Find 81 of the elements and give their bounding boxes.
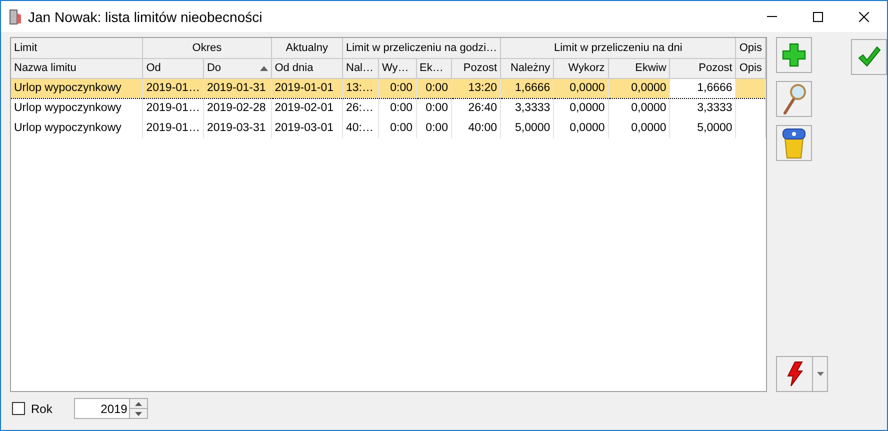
door-icon xyxy=(9,8,23,24)
table-cell: 1,6666 xyxy=(670,78,736,98)
window-title: Jan Nowak: lista limitów nieobecności xyxy=(28,8,264,24)
table-cell: 0,0000 xyxy=(554,118,608,138)
column-header[interactable]: Ek… xyxy=(416,58,452,78)
column-header[interactable]: Należny xyxy=(500,58,554,78)
trash-bin-icon xyxy=(781,126,807,160)
table-cell: 13:20 xyxy=(451,78,501,98)
table-cell: 2019-01-31 xyxy=(203,78,272,98)
table-cell: 0,0000 xyxy=(554,98,608,118)
delete-button[interactable] xyxy=(776,125,812,161)
table-row[interactable]: Urlop wypoczynkowy 2019-01… 2019-02-28 2019-02-01 26:… 0:00 0:00 26:40 3,3333 0,0000 0,0000 3,3333 xyxy=(11,98,766,118)
lightning-icon xyxy=(786,361,803,387)
table-cell: 0:00 xyxy=(378,98,416,118)
column-header[interactable]: Nazwa limitu xyxy=(11,58,143,78)
table-cell: 2019-02-01 xyxy=(271,98,342,118)
table-cell: 3,3333 xyxy=(500,98,554,118)
table-cell: 26:40 xyxy=(451,98,501,118)
column-header[interactable]: Pozost xyxy=(670,58,736,78)
down-arrow-icon xyxy=(135,412,142,416)
table-cell: 0:00 xyxy=(378,118,416,138)
column-group-header: Opis xyxy=(736,38,766,58)
table-cell: 2019-03-01 xyxy=(271,118,342,138)
table-row[interactable]: Urlop wypoczynkowy 2019-01… 2019-03-31 2019-03-01 40:… 0:00 0:00 40:00 5,0000 0,0000 0,0000 5,0000 xyxy=(11,118,766,138)
table-row[interactable]: Urlop wypoczynkowy 2019-01… 2019-01-31 2019-01-01 13:… 0:00 0:00 13:20 1,6666 0,0000 0,0000 1,6666 xyxy=(11,78,766,98)
plus-icon xyxy=(781,42,807,68)
column-header[interactable]: Od xyxy=(142,58,204,78)
table-cell: 3,3333 xyxy=(670,98,736,118)
table-cell: 5,0000 xyxy=(670,118,736,138)
table-cell: 2019-01-01 xyxy=(271,78,342,98)
column-header[interactable]: Do xyxy=(203,58,272,78)
table-cell: 40:… xyxy=(342,118,378,138)
close-icon xyxy=(859,12,869,22)
table-cell: 26:… xyxy=(342,98,378,118)
confirm-button[interactable] xyxy=(851,39,887,75)
column-header[interactable]: Pozost xyxy=(451,58,501,78)
table-cell: Urlop wypoczynkowy xyxy=(11,118,143,138)
table-cell: 2019-03-31 xyxy=(203,118,272,138)
column-header[interactable]: Nal… xyxy=(342,58,378,78)
table-cell: 1,6666 xyxy=(500,78,554,98)
column-group-header: Limit w przeliczeniu na dni xyxy=(500,38,736,58)
table-cell: Urlop wypoczynkowy xyxy=(11,98,143,118)
column-header[interactable]: Od dnia xyxy=(271,58,342,78)
caret-icon xyxy=(816,372,824,376)
column-header[interactable]: Opis xyxy=(736,58,766,78)
magnifier-icon xyxy=(781,83,807,115)
column-header-label: Do xyxy=(206,62,222,74)
table-cell: 0,0000 xyxy=(608,78,670,98)
table-cell: 0:00 xyxy=(416,118,452,138)
column-header[interactable]: Wykorz xyxy=(554,58,608,78)
view-button[interactable] xyxy=(776,81,812,117)
year-field[interactable]: 2019 xyxy=(74,398,130,419)
column-header[interactable]: Ekwiw xyxy=(608,58,670,78)
column-group-header: Limit w przeliczeniu na godzi… xyxy=(342,38,501,58)
add-button[interactable] xyxy=(776,37,812,73)
up-arrow-icon xyxy=(135,402,142,406)
dropdown-button[interactable] xyxy=(812,357,827,391)
checkbox-label: Rok xyxy=(31,402,52,416)
table-cell: 40:00 xyxy=(451,118,501,138)
table-cell: Urlop wypoczynkowy xyxy=(11,78,143,98)
table-cell: 2019-01… xyxy=(142,78,204,98)
table-cell: 0:00 xyxy=(378,78,416,98)
column-group-header: Aktualny xyxy=(271,38,342,58)
column-group-header: Limit xyxy=(11,38,143,58)
checkmark-icon xyxy=(857,46,881,68)
table-cell: 5,0000 xyxy=(500,118,554,138)
table-cell: 0:00 xyxy=(416,78,452,98)
minimize-icon xyxy=(767,16,777,17)
table-cell: 0,0000 xyxy=(608,98,670,118)
table-cell: 13:… xyxy=(342,78,378,98)
column-header[interactable]: Wy… xyxy=(378,58,416,78)
table-cell: 0,0000 xyxy=(608,118,670,138)
table-cell: 2019-01… xyxy=(142,98,204,118)
table-cell: 2019-02-28 xyxy=(203,98,272,118)
maximize-icon xyxy=(813,12,823,22)
table-cell: 0,0000 xyxy=(554,78,608,98)
column-group-header: Okres xyxy=(142,38,272,58)
table-cell: 0:00 xyxy=(416,98,452,118)
spin-down-button[interactable] xyxy=(130,408,148,418)
year-checkbox[interactable] xyxy=(12,402,25,415)
table-cell: 2019-01… xyxy=(142,118,204,138)
